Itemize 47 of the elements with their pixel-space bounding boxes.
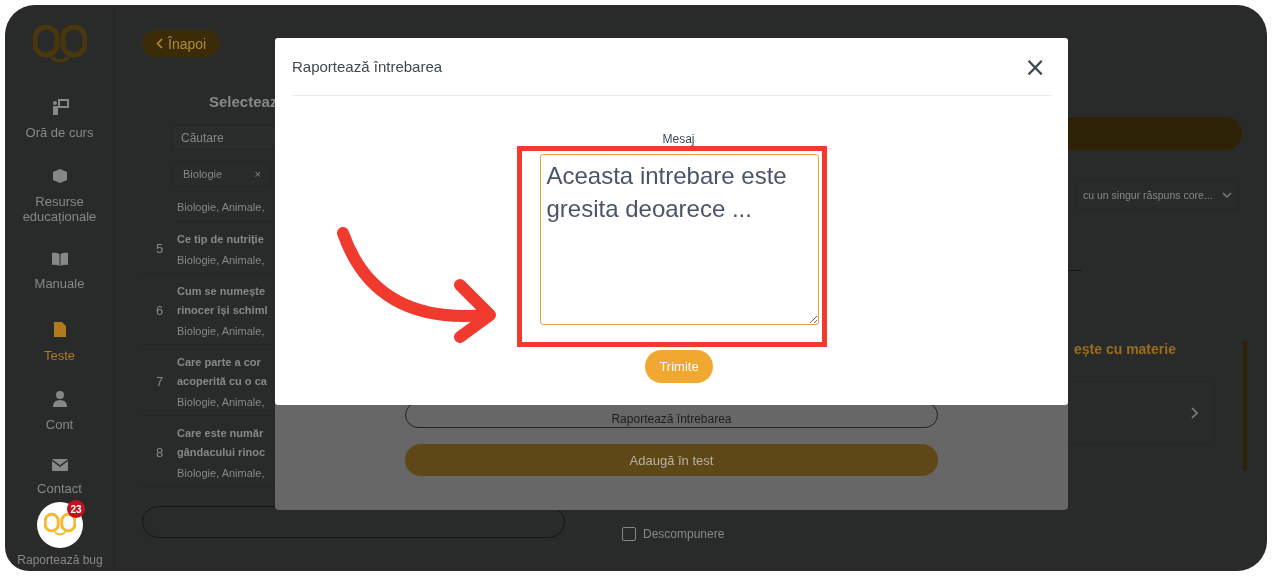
question-text[interactable]: Care parte a cor xyxy=(177,354,261,371)
row-number: 5 xyxy=(154,241,165,256)
question-tags: Biologie, Animale, xyxy=(177,396,265,408)
chevron-left-icon xyxy=(156,38,163,49)
chevron-down-icon xyxy=(1222,192,1232,198)
bug-report-label: Raportează bug xyxy=(16,553,104,567)
envelope-icon xyxy=(51,459,68,471)
row-number: 7 xyxy=(154,373,165,389)
question-text[interactable]: gândacului rinoc xyxy=(177,444,265,461)
scrollbar-thumb[interactable] xyxy=(1243,341,1247,471)
question-text[interactable]: acoperită cu o ca xyxy=(177,373,267,390)
sidebar-item[interactable]: Cont xyxy=(9,390,110,459)
field-label: Mesaj xyxy=(662,132,695,146)
message-field[interactable]: Aceasta intrebare este gresita deoarece ... xyxy=(539,154,819,325)
question-type-dropdown[interactable]: cu un singur răspuns core... xyxy=(1076,180,1239,210)
notification-badge: 23 xyxy=(67,500,85,518)
checkbox[interactable] xyxy=(622,527,636,541)
page-heading: Selecteaz xyxy=(209,93,279,111)
close-button[interactable]: × xyxy=(1018,53,1052,80)
question-text[interactable]: Ce tip de nutriție xyxy=(177,231,264,248)
question-tags: Biologie, Animale, xyxy=(177,325,265,337)
sidebar-item[interactable]: Teste xyxy=(9,321,110,390)
row-number: 6 xyxy=(154,302,165,318)
sidebar-item[interactable]: Manuale xyxy=(9,252,110,321)
sidebar-item[interactable]: Resurse educaționale xyxy=(9,168,110,252)
person-icon xyxy=(51,390,68,407)
question-text[interactable]: Cum se numește xyxy=(177,283,266,300)
section-heading: ește cu materie xyxy=(1074,341,1177,359)
cube-icon xyxy=(51,168,68,184)
question-tags: Biologie, Animale, xyxy=(177,254,265,266)
question-tags: Biologie, Animale, xyxy=(177,467,265,479)
row-number: 8 xyxy=(154,444,165,460)
back-button[interactable]: Înapoi xyxy=(142,30,221,57)
document-icon xyxy=(52,321,67,338)
question-text[interactable]: rinocer își schiml xyxy=(177,302,268,319)
dialog-title: Raportează întrebarea xyxy=(292,58,443,75)
teacher-board-icon xyxy=(50,99,69,115)
bug-report-button[interactable] xyxy=(37,502,83,548)
add-to-test-button[interactable]: Adaugă în test xyxy=(405,444,938,476)
logo-icon xyxy=(32,25,87,65)
checkbox-label: Descompunere xyxy=(643,527,725,541)
subject-filter[interactable]: Biologie × xyxy=(172,161,272,187)
chevron-right-icon xyxy=(1191,407,1198,419)
sidebar-item[interactable]: Oră de curs xyxy=(9,99,110,168)
book-icon xyxy=(50,252,69,266)
sidebar-item[interactable]: Contact xyxy=(9,459,110,496)
question-text[interactable]: Care este număr xyxy=(177,425,264,442)
